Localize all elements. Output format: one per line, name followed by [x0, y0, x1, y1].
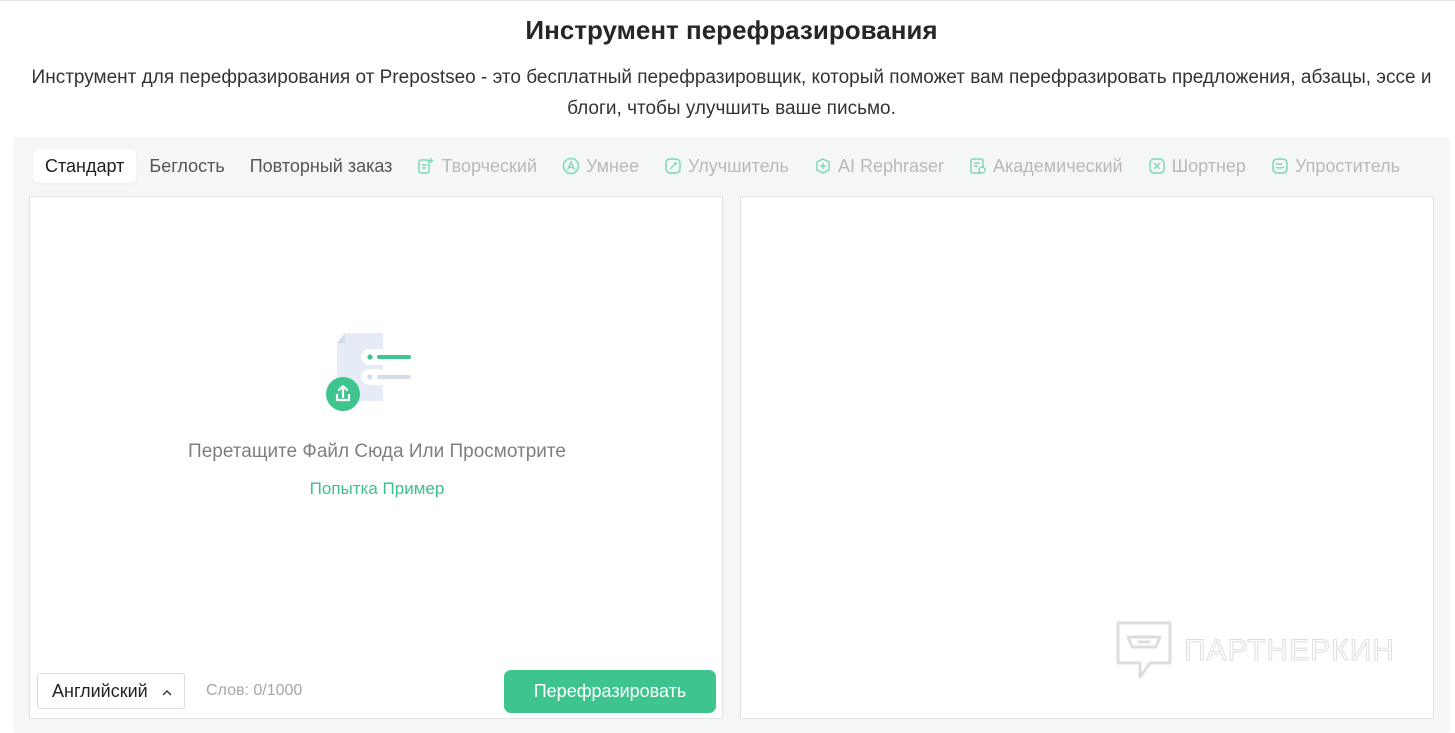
chevron-up-icon	[160, 684, 174, 698]
tab-creative[interactable]: Творческий	[405, 149, 549, 183]
improver-icon	[664, 157, 682, 175]
watermark-logo-icon	[1114, 619, 1174, 683]
input-panel[interactable]: Перетащите Файл Сюда Или Просмотрите Поп…	[29, 196, 723, 719]
tab-shortener[interactable]: Шортнер	[1136, 149, 1258, 183]
tab-label: Умнее	[586, 155, 639, 176]
tab-label: Повторный заказ	[249, 155, 393, 176]
tab-label: Беглость	[149, 155, 225, 176]
top-divider	[0, 0, 1455, 1]
tab-improver[interactable]: Улучшитель	[652, 149, 801, 183]
tab-ai-rephraser[interactable]: AI Rephraser	[802, 149, 956, 183]
drop-file-text[interactable]: Перетащите Файл Сюда Или Просмотрите	[30, 441, 724, 463]
shortener-icon	[1148, 157, 1166, 175]
try-sample-link[interactable]: Попытка Пример	[30, 479, 724, 499]
tab-label: Академический	[993, 155, 1123, 176]
tab-label: Шортнер	[1171, 155, 1246, 176]
word-count: Слов: 0/1000	[206, 682, 303, 699]
watermark-text: ПАРТНЕРКИН	[1184, 634, 1395, 668]
tab-label: AI Rephraser	[837, 155, 944, 176]
tab-label: Улучшитель	[687, 155, 789, 176]
page-subtitle: Инструмент для перефразирования от Prepo…	[31, 67, 1432, 119]
paraphrase-button[interactable]: Перефразировать	[504, 670, 716, 713]
language-value: Английский	[52, 680, 148, 701]
academic-icon	[969, 157, 987, 175]
tab-reorder[interactable]: Повторный заказ	[238, 149, 405, 183]
tab-academic[interactable]: Академический	[957, 149, 1135, 183]
file-upload-icon[interactable]	[323, 331, 427, 415]
tab-simplifier[interactable]: Упроститель	[1259, 149, 1412, 183]
ai-rephraser-icon	[814, 157, 832, 175]
tab-label: Творческий	[441, 155, 538, 176]
simplifier-icon	[1271, 157, 1289, 175]
smarter-icon	[562, 157, 580, 175]
tab-fluency[interactable]: Беглость	[137, 149, 236, 183]
watermark: ПАРТНЕРКИН	[1114, 618, 1414, 684]
language-select[interactable]: Английский	[37, 673, 185, 709]
page-title: Инструмент перефразирования	[525, 15, 938, 45]
mode-tabs: Стандарт Беглость Повторный заказ Творче…	[33, 149, 1413, 183]
tab-smarter[interactable]: Умнее	[550, 149, 651, 183]
tab-label: Упроститель	[1294, 155, 1400, 176]
creative-icon	[417, 157, 435, 175]
tab-standard[interactable]: Стандарт	[33, 149, 137, 183]
tab-label: Стандарт	[45, 155, 125, 176]
